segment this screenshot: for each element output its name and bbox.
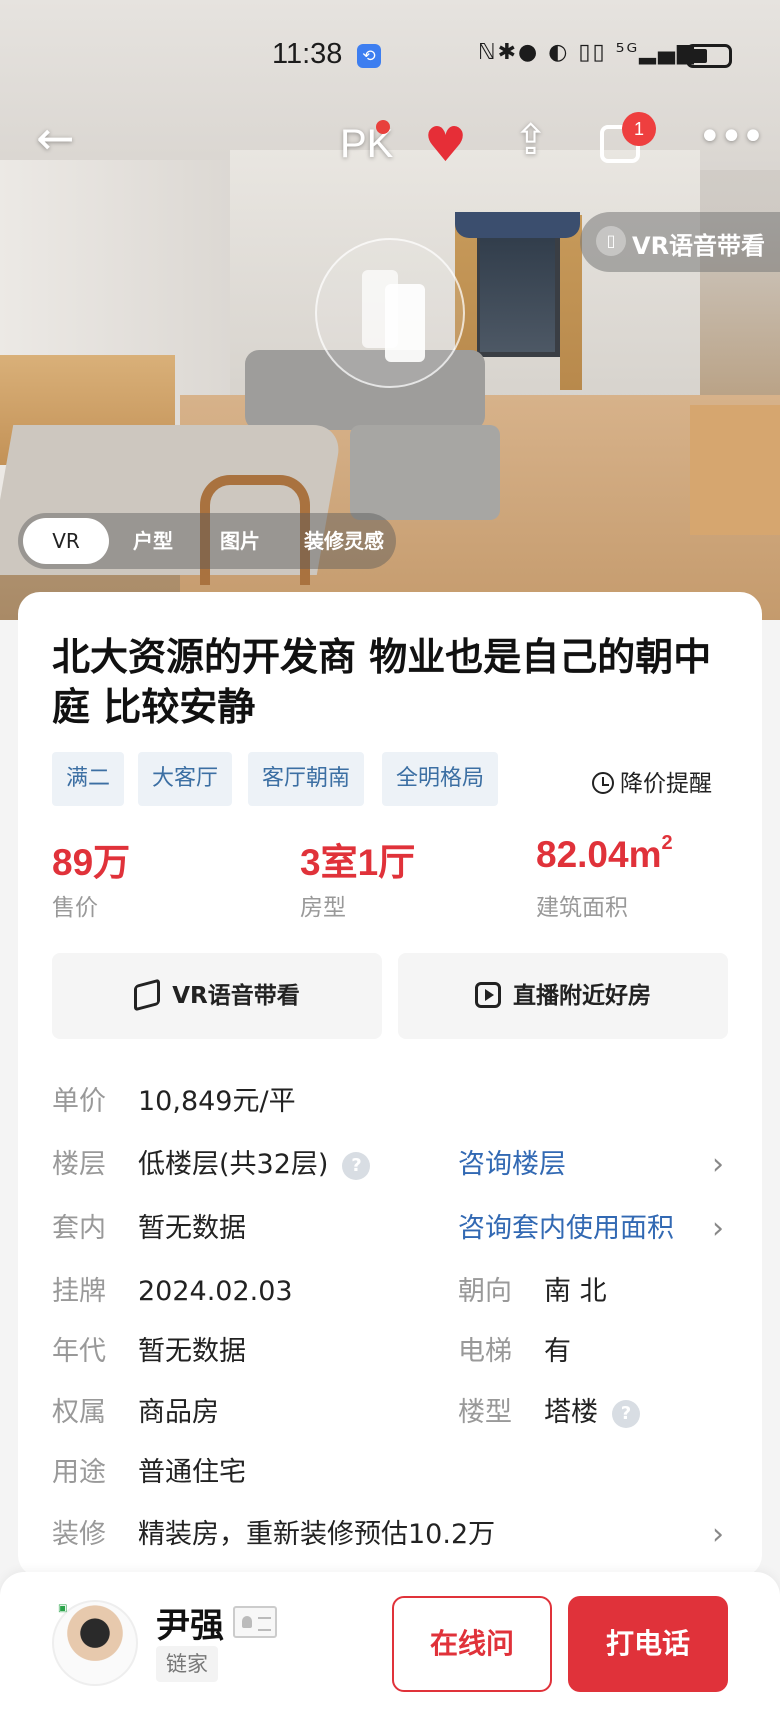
hero-vr-image[interactable]: 11:38 ⟲ ℕ✱● ◐ ▯▯ ⁵ᴳ▂▄▆ ← PK ♥ ⇪ 1 ••• ▯ … <box>0 0 780 620</box>
tab-decor-ideas[interactable]: 装修灵感 <box>304 513 384 569</box>
layout-value: 3室1厅 <box>300 842 416 883</box>
detail-elevator: 电梯有 <box>458 1336 571 1367</box>
live-nearby-button[interactable]: 直播附近好房 <box>398 953 728 1039</box>
status-bar: 11:38 ⟲ ℕ✱● ◐ ▯▯ ⁵ᴳ▂▄▆ <box>0 34 780 84</box>
tab-photos[interactable]: 图片 <box>220 513 260 569</box>
tag: 大客厅 <box>138 752 233 806</box>
vr-cube-icon: ▯ <box>596 226 626 256</box>
status-icons: ℕ✱● ◐ ▯▯ ⁵ᴳ▂▄▆ <box>478 40 696 65</box>
detail-floor: 楼层 低楼层(共32层)? <box>52 1145 371 1185</box>
ask-inner-area-link[interactable]: 咨询套内使用面积 <box>458 1209 674 1249</box>
listing-title: 北大资源的开发商 物业也是自己的朝中庭 比较安静 <box>52 635 712 729</box>
area-value: 82.04m2 <box>536 832 673 875</box>
tag: 全明格局 <box>382 752 499 806</box>
detail-decoration[interactable]: 装修 精装房，重新装修预估10.2万 <box>52 1515 495 1555</box>
battery-icon <box>686 44 732 68</box>
chevron-right-icon[interactable]: › <box>712 1209 724 1249</box>
curtain-pelmet <box>455 212 580 238</box>
detail-building-type: 楼型 塔楼? <box>458 1393 640 1433</box>
detail-year: 年代 暂无数据 <box>52 1336 246 1367</box>
price-alert-label: 降价提醒 <box>620 771 712 797</box>
agent-name[interactable]: 尹强 <box>156 1598 224 1647</box>
vr-voice-tour-button[interactable]: VR语音带看 <box>52 953 382 1039</box>
vr-icon <box>134 978 161 1012</box>
more-icon[interactable]: ••• <box>698 114 765 160</box>
share-icon[interactable]: ⇪ <box>513 115 548 164</box>
price-value: 89万 <box>52 842 131 883</box>
pk-notification-dot <box>376 120 390 134</box>
detail-unit-price: 单价 10,849元/平 <box>52 1086 296 1117</box>
help-icon[interactable]: ? <box>612 1400 640 1428</box>
status-app-icon: ⟲ <box>357 44 381 68</box>
vr-voice-label: VR语音带看 <box>632 232 766 260</box>
online-ask-button[interactable]: 在线问 <box>392 1596 552 1692</box>
price-alert-button[interactable]: 降价提醒 <box>592 764 712 798</box>
sofa-chaise <box>350 425 500 520</box>
detail-inner-area: 套内 暂无数据 <box>52 1213 246 1244</box>
tab-vr[interactable]: VR <box>23 518 109 564</box>
curtain-right <box>560 215 582 390</box>
tag: 满二 <box>52 752 125 806</box>
top-bar: ← PK ♥ ⇪ 1 ••• <box>0 110 780 180</box>
media-tabs: VR 户型 图片 装修灵感 <box>18 513 396 569</box>
area-label: 建筑面积 <box>536 895 628 921</box>
help-icon[interactable]: ? <box>342 1152 371 1180</box>
layout-label: 房型 <box>300 895 346 921</box>
status-time: 11:38 <box>272 38 343 70</box>
ask-floor-link[interactable]: 咨询楼层 <box>458 1145 566 1185</box>
vr-voice-tour-label: VR语音带看 <box>172 983 300 1009</box>
live-nearby-label: 直播附近好房 <box>513 983 651 1009</box>
detail-usage: 用途 普通住宅 <box>52 1457 246 1488</box>
agent-company-badge: 链家 <box>156 1646 218 1682</box>
chevron-right-icon[interactable]: › <box>712 1145 724 1185</box>
message-badge: 1 <box>622 112 656 146</box>
vr-voice-tour-pill[interactable]: ▯ VR语音带看 <box>580 212 780 272</box>
tab-floorplan[interactable]: 户型 <box>133 513 173 569</box>
lianjia-logo-icon: ▣ <box>58 1603 68 1614</box>
chevron-right-icon[interactable]: › <box>712 1515 724 1555</box>
detail-ownership: 权属 商品房 <box>52 1397 219 1428</box>
window <box>475 222 560 357</box>
call-button[interactable]: 打电话 <box>568 1596 728 1692</box>
detail-orientation: 朝向南 北 <box>458 1276 607 1307</box>
alarm-clock-icon <box>592 772 614 794</box>
favorite-heart-icon[interactable]: ♥ <box>424 120 467 170</box>
business-card-icon[interactable] <box>233 1606 277 1638</box>
price-label: 售价 <box>52 895 98 921</box>
vr-play-icon[interactable] <box>315 238 465 388</box>
tag: 客厅朝南 <box>248 752 365 806</box>
back-arrow-icon[interactable]: ← <box>36 115 75 161</box>
detail-listed-date: 挂牌 2024.02.03 <box>52 1276 293 1307</box>
side-cabinet <box>690 405 780 535</box>
call-button-sublabel: 看房账 <box>656 1695 707 1715</box>
play-icon <box>475 982 501 1008</box>
